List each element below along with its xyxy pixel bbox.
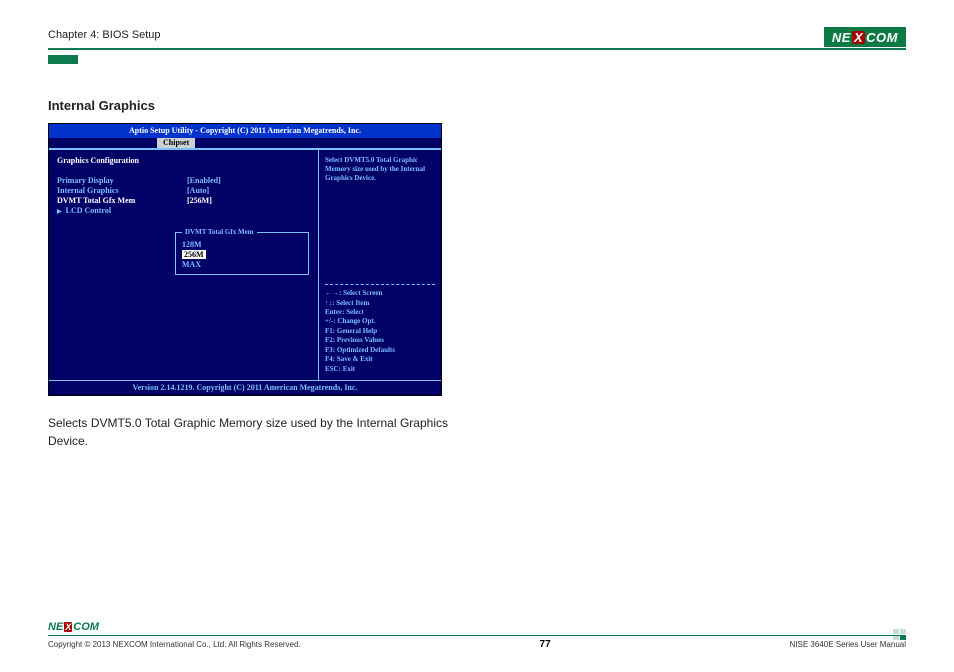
bios-row-primary-display: Primary Display [Enabled] (57, 176, 310, 186)
section-description: Selects DVMT5.0 Total Graphic Memory siz… (48, 414, 448, 450)
bios-config-title: Graphics Configuration (57, 156, 310, 166)
bios-screenshot: Aptio Setup Utility - Copyright (C) 2011… (48, 123, 442, 396)
bios-left-pane: Graphics Configuration Primary Display [… (49, 150, 318, 380)
section-title: Internal Graphics (48, 98, 906, 113)
bios-popup-item: 128M (182, 240, 302, 250)
footer-copyright: Copyright © 2013 NEXCOM International Co… (48, 640, 301, 649)
bios-help-text: Select DVMT5.0 Total Graphic Memory size… (325, 156, 435, 182)
bios-footer: Version 2.14.1219. Copyright (C) 2011 Am… (49, 380, 441, 395)
bios-tab-chipset: Chipset (157, 138, 195, 148)
bios-divider (325, 284, 435, 285)
page-number: 77 (540, 639, 551, 650)
chapter-title: Chapter 4: BIOS Setup (48, 29, 161, 45)
footer-squares-icon (893, 629, 906, 640)
bios-key-legend: ←→: Select Screen ↑↓: Select Item Enter:… (325, 289, 435, 374)
footer-manual: NISE 3640E Series User Manual (790, 640, 907, 649)
footer-rule (48, 635, 906, 636)
bios-title-bar: Aptio Setup Utility - Copyright (C) 2011… (49, 124, 441, 138)
bios-popup-item-selected: 256M (182, 250, 302, 260)
bios-tab-bar: Chipset (49, 138, 441, 149)
bios-right-pane: Select DVMT5.0 Total Graphic Memory size… (318, 150, 441, 380)
bios-row-internal-graphics: Internal Graphics [Auto] (57, 186, 310, 196)
page-footer: NEXCOM Copyright © 2013 NEXCOM Internati… (48, 617, 906, 650)
bios-popup-title: DVMT Total Gfx Mem (182, 228, 257, 237)
nexcom-logo: NEXCOM (824, 27, 906, 47)
bios-row-dvmt-total: DVMT Total Gfx Mem [256M] (57, 196, 310, 206)
bios-row-lcd-control: LCD Control (57, 206, 310, 217)
footer-logo: NEXCOM (48, 621, 99, 633)
header-accent (48, 55, 78, 64)
page-header: Chapter 4: BIOS Setup NEXCOM (48, 26, 906, 50)
bios-popup-item: MAX (182, 260, 302, 270)
bios-popup: DVMT Total Gfx Mem 128M 256M MAX (175, 232, 309, 275)
